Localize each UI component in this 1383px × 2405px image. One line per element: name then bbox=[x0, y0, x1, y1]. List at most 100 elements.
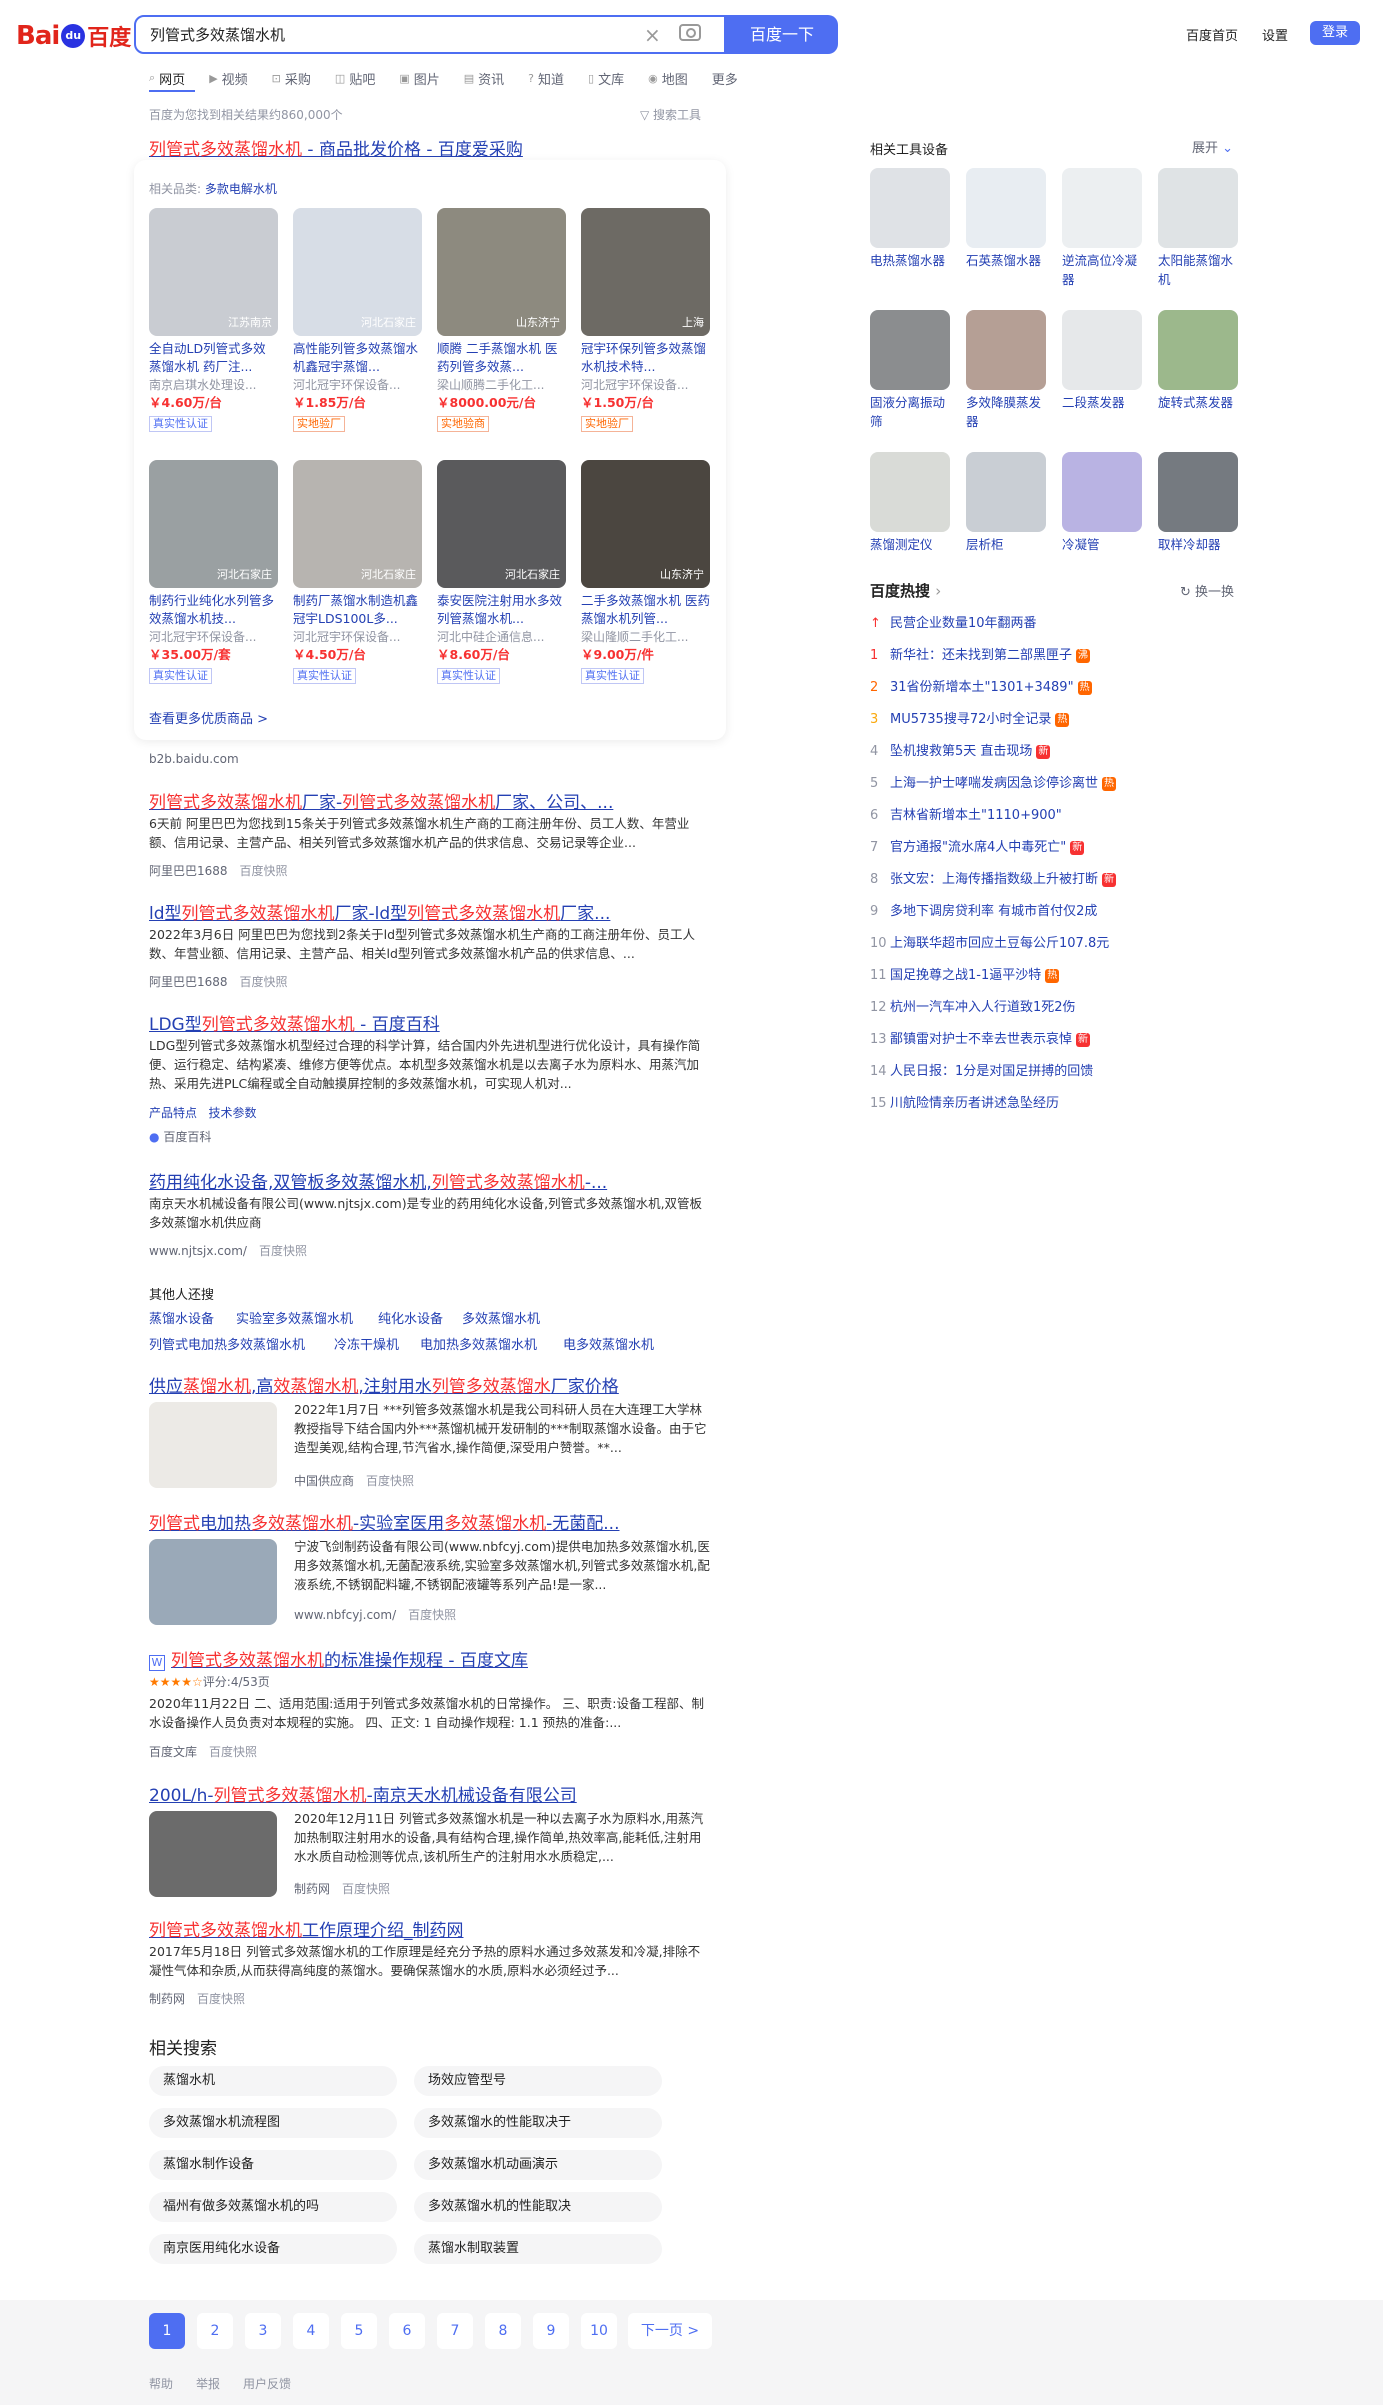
result-source-7[interactable]: www.nbfcyj.com/百度快照 bbox=[294, 1606, 456, 1623]
hot-search-item[interactable]: 10 上海联华超市回应土豆每公斤107.8元 bbox=[870, 932, 1109, 951]
hot-search-item[interactable]: 6 吉林省新增本土"1110+900" bbox=[870, 804, 1062, 823]
product-company[interactable]: 南京启琪水处理设... bbox=[149, 376, 278, 394]
product-company[interactable]: 河北冠宇环保设备... bbox=[293, 376, 422, 394]
product-item[interactable]: 江苏南京 全自动LD列管式多效蒸馏水机 药厂注... 南京启琪水处理设... ￥4.6… bbox=[149, 208, 278, 432]
product-image[interactable]: 河北石家庄 bbox=[149, 460, 278, 588]
hot-search-item[interactable]: ↑ 民营企业数量10年翻两番 bbox=[870, 612, 1037, 631]
tab-map[interactable]: ◉ 地图 bbox=[648, 66, 688, 90]
product-title[interactable]: 泰安医院注射用水多效列管蒸馏水机... bbox=[437, 592, 566, 628]
result-thumbnail-9[interactable] bbox=[149, 1811, 277, 1897]
result-source-6[interactable]: 中国供应商 百度快照 bbox=[294, 1472, 414, 1489]
hot-search-item[interactable]: 8 张文宏：上海传播指数级上升被打断新 bbox=[870, 868, 1117, 887]
product-title[interactable]: 制药厂蒸馏水制造机鑫冠宇LDS100L多... bbox=[293, 592, 422, 628]
page-button[interactable]: 10 bbox=[581, 2313, 617, 2349]
hot-search-item[interactable]: 15 川航险情亲历者讲述急坠经历 bbox=[870, 1092, 1059, 1111]
page-button[interactable]: 7 bbox=[437, 2313, 473, 2349]
result-title-7[interactable]: 列管式电加热多效蒸馏水机-实验室医用多效蒸馏水机-无菌配... bbox=[149, 1509, 620, 1534]
refresh-button[interactable]: ↻ 换一换 bbox=[1180, 581, 1234, 600]
camera-icon[interactable] bbox=[679, 24, 701, 41]
tool-image[interactable] bbox=[1158, 168, 1238, 248]
related-search-item[interactable]: 蒸馏水机 bbox=[149, 2066, 397, 2096]
others-search-item[interactable]: 多效蒸馏水机 bbox=[462, 1308, 540, 1327]
others-search-item[interactable]: 蒸馏水设备 bbox=[149, 1308, 214, 1327]
hot-search-item[interactable]: 3 MU5735搜寻72小时全记录热 bbox=[870, 708, 1070, 727]
tool-name[interactable]: 多效降膜蒸发器 bbox=[966, 393, 1046, 431]
page-button[interactable]: 1 bbox=[149, 2313, 185, 2349]
tool-image[interactable] bbox=[966, 452, 1046, 532]
related-search-item[interactable]: 多效蒸馏水机流程图 bbox=[149, 2108, 397, 2138]
tool-item[interactable]: 层析柜 bbox=[966, 452, 1046, 554]
tab-zhidao[interactable]: ? 知道 bbox=[528, 66, 564, 90]
tab-tieba[interactable]: ◫ 贴吧 bbox=[335, 66, 375, 90]
product-title[interactable]: 全自动LD列管式多效蒸馏水机 药厂注... bbox=[149, 340, 278, 376]
footer-help[interactable]: 帮助 bbox=[149, 2375, 173, 2392]
tool-image[interactable] bbox=[1062, 310, 1142, 390]
tool-name[interactable]: 取样冷却器 bbox=[1158, 535, 1238, 554]
tool-name[interactable]: 逆流高位冷凝器 bbox=[1062, 251, 1142, 289]
page-button[interactable]: 6 bbox=[389, 2313, 425, 2349]
tool-item[interactable]: 石英蒸馏水器 bbox=[966, 168, 1046, 270]
result-title-6[interactable]: 供应蒸馏水机,高效蒸馏水机,注射用水列管多效蒸馏水厂家价格 bbox=[149, 1372, 619, 1397]
tool-item[interactable]: 太阳能蒸馏水机 bbox=[1158, 168, 1238, 289]
tool-item[interactable]: 旋转式蒸发器 bbox=[1158, 310, 1238, 412]
tool-image[interactable] bbox=[1062, 452, 1142, 532]
page-button[interactable]: 2 bbox=[197, 2313, 233, 2349]
product-item[interactable]: 山东济宁 二手多效蒸馏水机 医药蒸馏水机列管... 梁山隆顺二手化工... ￥9.00… bbox=[581, 460, 710, 684]
baidu-logo[interactable]: Bai du 百度 bbox=[16, 20, 131, 52]
others-search-item[interactable]: 电加热多效蒸馏水机 bbox=[420, 1334, 537, 1353]
more-products-link[interactable]: 查看更多优质商品 > bbox=[149, 708, 268, 727]
product-title[interactable]: 顺腾 二手蒸馏水机 医药列管多效蒸... bbox=[437, 340, 566, 376]
related-search-item[interactable]: 蒸馏水制作设备 bbox=[149, 2150, 397, 2180]
product-company[interactable]: 梁山顺腾二手化工... bbox=[437, 376, 566, 394]
related-search-item[interactable]: 南京医用纯化水设备 bbox=[149, 2234, 397, 2264]
tool-name[interactable]: 太阳能蒸馏水机 bbox=[1158, 251, 1238, 289]
product-item[interactable]: 河北石家庄 高性能列管多效蒸馏水机鑫冠宇蒸馏... 河北冠宇环保设备... ￥1.85… bbox=[293, 208, 422, 432]
page-button[interactable]: 8 bbox=[485, 2313, 521, 2349]
others-search-item[interactable]: 电多效蒸馏水机 bbox=[563, 1334, 654, 1353]
product-image[interactable]: 河北石家庄 bbox=[293, 208, 422, 336]
tool-name[interactable]: 冷凝管 bbox=[1062, 535, 1142, 554]
product-title[interactable]: 冠宇环保列管多效蒸馏水机技术特... bbox=[581, 340, 710, 376]
tab-more[interactable]: 更多 bbox=[712, 66, 738, 90]
tool-image[interactable] bbox=[870, 452, 950, 532]
tool-image[interactable] bbox=[966, 310, 1046, 390]
footer-report[interactable]: 举报 bbox=[196, 2375, 220, 2392]
page-button[interactable]: 3 bbox=[245, 2313, 281, 2349]
related-search-item[interactable]: 场效应管型号 bbox=[414, 2066, 662, 2096]
result-title-4[interactable]: LDG型列管式多效蒸馏水机 - 百度百科 bbox=[149, 1010, 440, 1035]
related-search-item[interactable]: 多效蒸馏水机的性能取决 bbox=[414, 2192, 662, 2222]
product-company[interactable]: 梁山隆顺二手化工... bbox=[581, 628, 710, 646]
product-image[interactable]: 山东济宁 bbox=[581, 460, 710, 588]
hot-search-item[interactable]: 9 多地下调房贷利率 有城市首付仅2成 bbox=[870, 900, 1097, 919]
result-source-8[interactable]: 百度文库 百度快照 bbox=[149, 1743, 257, 1760]
product-image[interactable]: 河北石家庄 bbox=[437, 460, 566, 588]
product-company[interactable]: 河北中硅企通信息... bbox=[437, 628, 566, 646]
hot-search-item[interactable]: 2 31省份新增本土"1301+3489" 热 bbox=[870, 676, 1092, 695]
product-item[interactable]: 河北石家庄 制药行业纯化水列管多效蒸馏水机技... 河北冠宇环保设备... ￥35.0… bbox=[149, 460, 278, 684]
product-image[interactable]: 江苏南京 bbox=[149, 208, 278, 336]
tool-name[interactable]: 蒸馏测定仪 bbox=[870, 535, 950, 554]
others-search-item[interactable]: 纯化水设备 bbox=[378, 1308, 443, 1327]
tab-image[interactable]: ▣ 图片 bbox=[399, 66, 439, 90]
settings-link[interactable]: 设置 bbox=[1262, 25, 1288, 44]
product-title[interactable]: 二手多效蒸馏水机 医药蒸馏水机列管... bbox=[581, 592, 710, 628]
product-image[interactable]: 上海 bbox=[581, 208, 710, 336]
clear-icon[interactable]: × bbox=[644, 23, 661, 47]
tool-image[interactable] bbox=[870, 168, 950, 248]
product-item[interactable]: 上海 冠宇环保列管多效蒸馏水机技术特... 河北冠宇环保设备... ￥1.50万/台实… bbox=[581, 208, 710, 432]
expand-button[interactable]: 展开 ⌄ bbox=[1192, 137, 1233, 156]
tab-web[interactable]: ⌕ 网页 bbox=[149, 66, 185, 90]
product-company[interactable]: 河北冠宇环保设备... bbox=[581, 376, 710, 394]
page-button[interactable]: 9 bbox=[533, 2313, 569, 2349]
product-image[interactable]: 山东济宁 bbox=[437, 208, 566, 336]
others-search-item[interactable]: 实验室多效蒸馏水机 bbox=[236, 1308, 353, 1327]
tool-name[interactable]: 层析柜 bbox=[966, 535, 1046, 554]
tool-name[interactable]: 固液分离振动筛 bbox=[870, 393, 950, 431]
product-item[interactable]: 山东济宁 顺腾 二手蒸馏水机 医药列管多效蒸... 梁山顺腾二手化工... ￥8000… bbox=[437, 208, 566, 432]
hot-search-item[interactable]: 7 官方通报"流水席4人中毒死亡" 新 bbox=[870, 836, 1085, 855]
result-source-4[interactable]: ● 百度百科 bbox=[149, 1128, 211, 1145]
hot-search-item[interactable]: 12 杭州一汽车冲入人行道致1死2伤 bbox=[870, 996, 1076, 1015]
result-source-3[interactable]: 阿里巴巴1688 百度快照 bbox=[149, 973, 288, 990]
footer-feedback[interactable]: 用户反馈 bbox=[243, 2375, 291, 2392]
related-search-item[interactable]: 多效蒸馏水机动画演示 bbox=[414, 2150, 662, 2180]
